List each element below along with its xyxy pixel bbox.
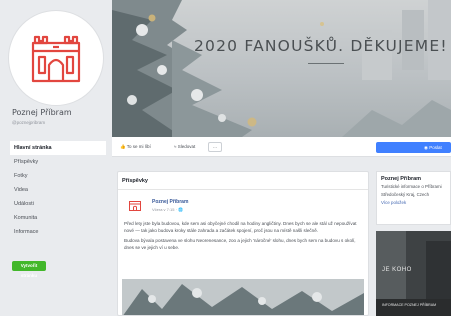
- send-message-label: Poslat: [429, 145, 442, 150]
- rss-icon: ≈: [174, 144, 177, 149]
- post-author[interactable]: Poznej Příbram: [152, 199, 188, 205]
- post-text: Před lety jste byla budovou, kde sem asi…: [124, 220, 362, 251]
- post-image[interactable]: [122, 279, 364, 315]
- create-page-button[interactable]: Vytvořit stránku: [12, 261, 46, 278]
- about-line: Turistické informace o Příbrami: [381, 184, 442, 189]
- sidebar-item-posts[interactable]: Příspěvky: [10, 155, 106, 169]
- follow-button[interactable]: ≈ Sledovat: [174, 142, 195, 152]
- castle-logo-icon: [31, 35, 81, 83]
- thumbs-up-icon: 👍: [120, 144, 126, 149]
- about-card: Poznej Příbram Turistické informace o Př…: [376, 171, 451, 225]
- like-label: To se mi líbí: [126, 144, 151, 149]
- post-paragraph: Před lety jste byla budovou, kde sem asi…: [124, 221, 357, 233]
- messenger-icon: ◉: [424, 145, 428, 150]
- cover-divider: [308, 63, 344, 64]
- like-button[interactable]: 👍 To se mi líbí: [120, 142, 151, 152]
- posts-header: Příspěvky: [118, 172, 368, 190]
- left-sidebar: Poznej Příbram @poznejpribram Hlavní str…: [0, 0, 112, 316]
- more-button[interactable]: ···: [208, 142, 222, 152]
- cover-title: 2020 FANOUŠKŮ. DĚKUJEME!: [194, 37, 448, 55]
- post-timestamp[interactable]: Včera v 7:15 · 🌐: [152, 207, 183, 212]
- follow-label: Sledovat: [177, 144, 196, 149]
- sidebar-nav: Hlavní stránka Příspěvky Fotky Videa Udá…: [10, 141, 106, 239]
- about-more-link[interactable]: Více položek: [381, 200, 446, 205]
- snowy-trees-illustration: [112, 0, 451, 137]
- sidebar-item-home[interactable]: Hlavní stránka: [10, 141, 106, 155]
- sidebar-item-info[interactable]: Informace: [10, 225, 106, 239]
- thumbnail-subcaption: INFORMACE POZNEJ PŘÍBRAM: [382, 303, 437, 307]
- send-message-button[interactable]: ◉ Poslat: [376, 142, 451, 153]
- post-paragraph: Budova bývala postavena ve slohu Neorene…: [124, 238, 356, 250]
- page-name[interactable]: Poznej Příbram: [12, 108, 72, 117]
- castle-avatar-icon[interactable]: [128, 198, 142, 212]
- sidebar-item-events[interactable]: Události: [10, 197, 106, 211]
- sidebar-item-community[interactable]: Komunita: [10, 211, 106, 225]
- thumbnail-caption: JE KOHO: [382, 267, 412, 273]
- snowy-tree-photo: [122, 279, 364, 315]
- about-line: Středočeský Kraj, Czech: [381, 192, 430, 197]
- post-header: Poznej Příbram Včera v 7:15 · 🌐: [124, 194, 362, 214]
- page-handle[interactable]: @poznejpribram: [12, 120, 45, 125]
- page-avatar[interactable]: [8, 10, 104, 106]
- sidebar-item-photos[interactable]: Fotky: [10, 169, 106, 183]
- cover-photo[interactable]: 2020 FANOUŠKŮ. DĚKUJEME!: [112, 0, 451, 137]
- posts-card: Příspěvky Poznej Příbram Včera v 7:15 · …: [117, 171, 369, 316]
- about-title[interactable]: Poznej Příbram: [381, 176, 446, 182]
- sidebar-item-videos[interactable]: Videa: [10, 183, 106, 197]
- video-thumbnail[interactable]: JE KOHO INFORMACE POZNEJ PŘÍBRAM: [376, 231, 451, 316]
- post: Poznej Příbram Včera v 7:15 · 🌐 Před let…: [118, 190, 368, 255]
